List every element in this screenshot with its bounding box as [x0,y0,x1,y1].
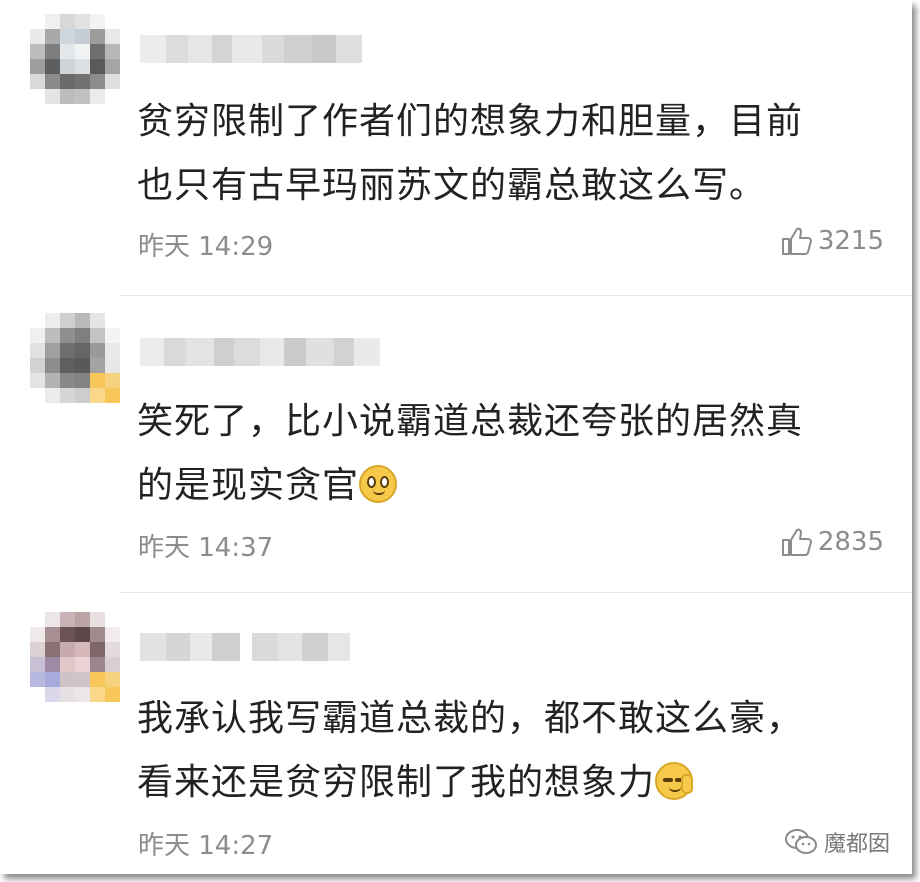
thumbs-up-icon [781,528,812,556]
comment-time: 昨天 14:37 [138,533,274,563]
comment-text-fragment: 的是现实贪官 [137,465,360,506]
comment-text: 笑死了，比小说霸道总裁还夸张的居然真 的是现实贪官 [137,390,877,518]
username-blurred[interactable] [140,35,362,63]
comment-body: 笑死了，比小说霸道总裁还夸张的居然真 的是现实贪官 昨天 14:37 2835 [0,296,912,592]
comment-text-fragment: 看来还是贫穷限制了我的想象力 [137,762,656,803]
comment-list: 贫穷限制了作者们的想象力和胆量，目前 也只有古早玛丽苏文的霸总敢这么写。 昨天 … [0,0,912,874]
comment-text-line: 贫穷限制了作者们的想象力和胆量，目前 [137,101,804,142]
like-button[interactable]: 3215 [780,226,884,256]
comment-time: 昨天 14:27 [138,831,274,861]
comment-text-line: 我承认我写霸道总裁的，都不敢这么豪， [137,698,804,739]
comment-item: 贫穷限制了作者们的想象力和胆量，目前 也只有古早玛丽苏文的霸总敢这么写。 昨天 … [0,0,912,295]
avatar[interactable] [30,14,120,104]
comment-text-line: 看来还是贫穷限制了我的想象力 [137,751,877,815]
wechat-icon [784,829,817,854]
like-count: 2835 [817,527,884,557]
smile-emoji-icon [359,465,398,503]
comment-text-line: 也只有古早玛丽苏文的霸总敢这么写。 [137,165,767,206]
comment-time: 昨天 14:29 [138,232,274,262]
like-button[interactable]: 2835 [780,527,884,557]
username-blurred[interactable] [140,338,380,366]
sleepy-emoji-icon [655,762,694,800]
like-count: 3215 [817,226,884,256]
comment-text-line: 的是现实贪官 [137,454,877,518]
watermark: 魔都囡 [784,826,890,858]
watermark-label: 魔都囡 [823,832,890,857]
username-blurred[interactable] [140,633,350,661]
comment-text-line: 笑死了，比小说霸道总裁还夸张的居然真 [137,401,804,442]
comment-item: 我承认我写霸道总裁的，都不敢这么豪， 看来还是贫穷限制了我的想象力 昨天 14:… [0,593,912,874]
thumbs-up-icon [781,227,812,255]
comment-text: 贫穷限制了作者们的想象力和胆量，目前 也只有古早玛丽苏文的霸总敢这么写。 [137,90,877,218]
comment-text: 我承认我写霸道总裁的，都不敢这么豪， 看来还是贫穷限制了我的想象力 [137,687,877,815]
